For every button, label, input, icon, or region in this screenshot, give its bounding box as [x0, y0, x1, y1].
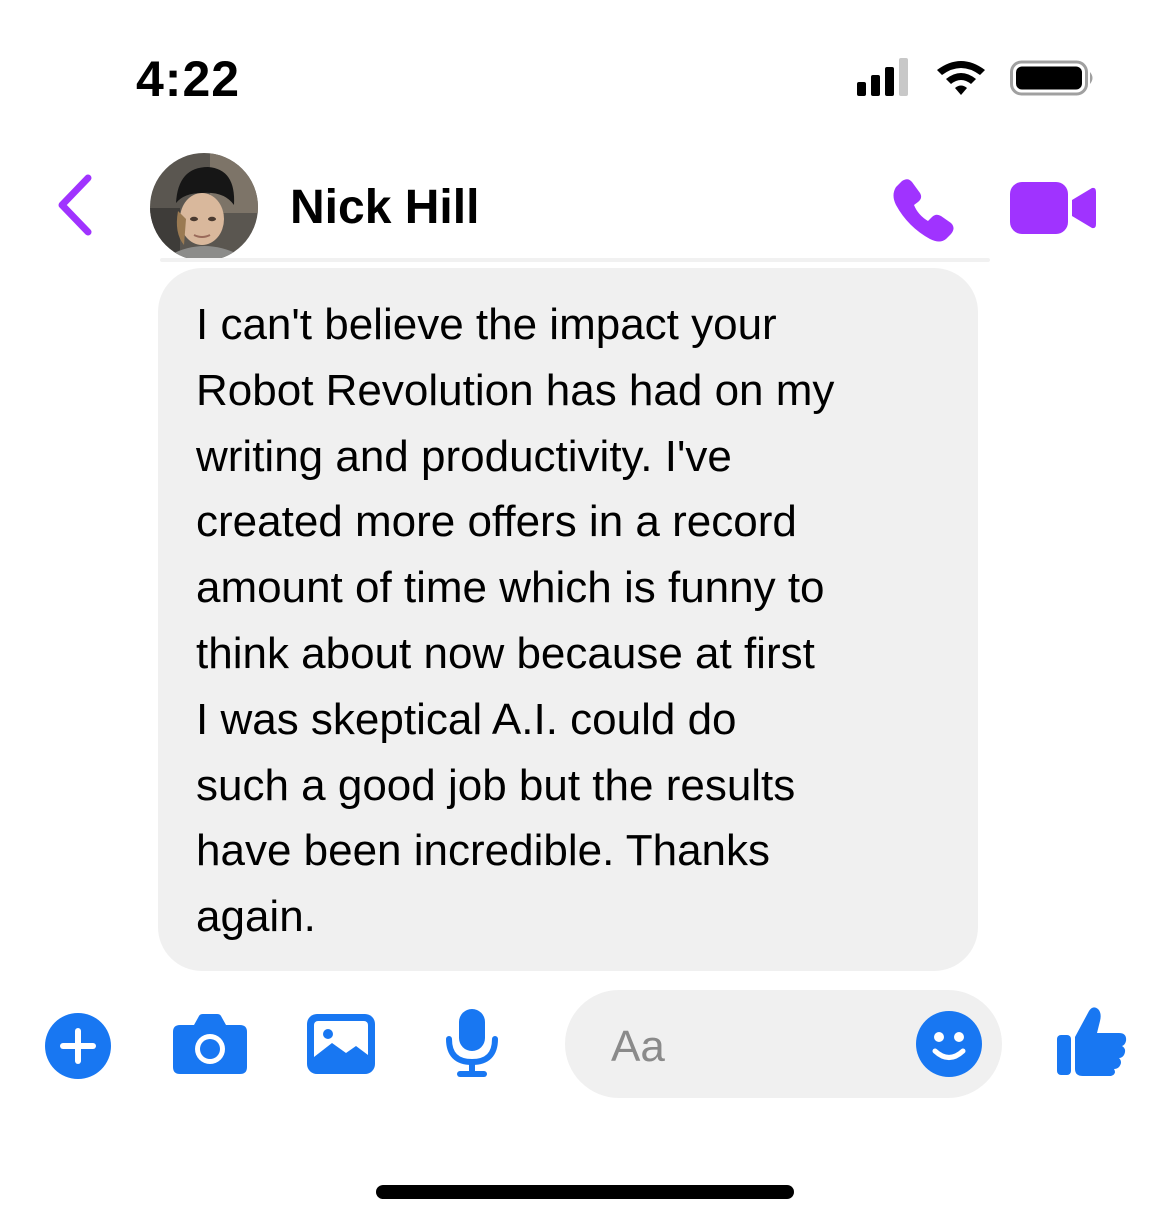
camera-icon[interactable]	[172, 1013, 248, 1075]
status-icons	[857, 58, 1093, 96]
contact-name[interactable]: Nick Hill	[290, 180, 479, 235]
chevron-left-icon[interactable]	[50, 170, 110, 240]
smiley-icon[interactable]	[915, 1010, 983, 1078]
message-input[interactable]: Aa	[565, 990, 1002, 1098]
conversation-header: Nick Hill	[0, 140, 1170, 270]
plus-icon[interactable]	[44, 1012, 112, 1080]
cellular-signal-icon	[857, 58, 908, 96]
image-icon[interactable]	[306, 1013, 376, 1075]
thumbs-up-icon[interactable]	[1055, 1005, 1129, 1077]
message-composer: Aa	[0, 985, 1170, 1105]
wifi-icon	[937, 61, 985, 95]
message-line: I was skeptical A.I. could do	[196, 694, 737, 744]
message-line: amount of time which is funny to	[196, 563, 825, 613]
message-line: I can't believe the impact your	[196, 300, 777, 349]
message-line: created more offers in a record	[196, 497, 797, 547]
battery-icon	[1010, 60, 1093, 96]
avatar[interactable]	[150, 153, 258, 261]
home-indicator[interactable]	[376, 1185, 794, 1199]
message-line: Robot Revolution has had on my	[196, 365, 835, 415]
incoming-message-bubble[interactable]: I can't believe the impact your Robot Re…	[158, 268, 978, 971]
status-bar: 4:22	[0, 0, 1170, 130]
message-line: think about now because at first	[196, 628, 815, 678]
message-line: writing and productivity. I've	[196, 431, 732, 481]
message-line: such a good job but the results	[196, 760, 796, 810]
message-text: I can't believe the impact your Robot Re…	[196, 292, 948, 950]
microphone-icon[interactable]	[442, 1007, 502, 1079]
message-line: have been incredible. Thanks	[196, 826, 771, 876]
status-time: 4:22	[136, 51, 241, 107]
video-camera-icon[interactable]	[1010, 180, 1096, 236]
message-line: again.	[196, 892, 316, 942]
phone-icon[interactable]	[888, 173, 960, 245]
header-divider	[160, 258, 990, 262]
message-input-placeholder: Aa	[611, 1022, 665, 1071]
